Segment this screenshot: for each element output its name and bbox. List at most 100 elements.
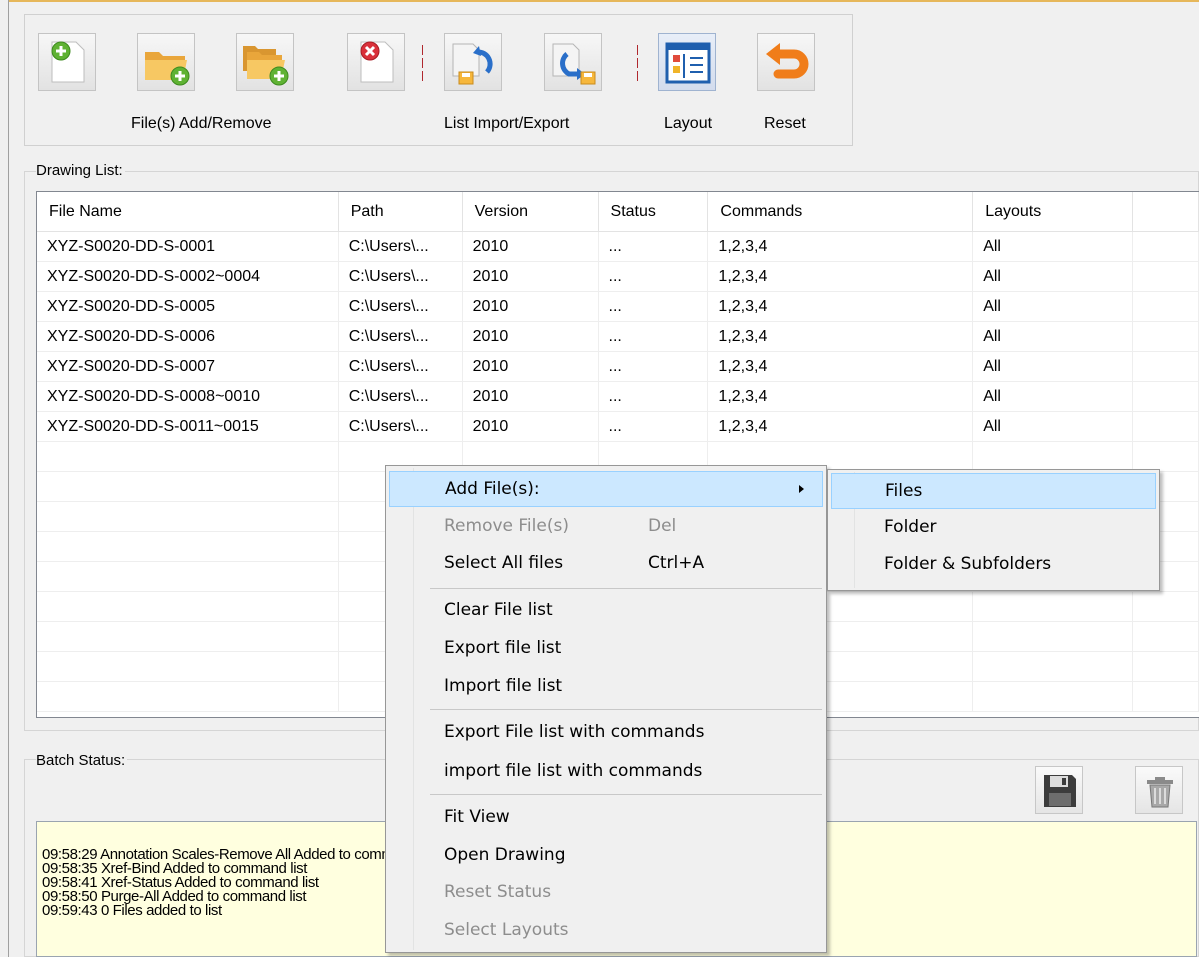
import-list-icon — [452, 43, 493, 85]
cell-empty — [1133, 592, 1199, 621]
menu-item-remove-files[interactable]: Remove File(s) Del — [389, 509, 823, 545]
cell-commands: 1,2,3,4 — [708, 382, 974, 411]
column-header-file-name[interactable]: File Name — [37, 192, 339, 231]
cell-status: ... — [599, 292, 709, 321]
cell-empty — [1133, 262, 1199, 291]
cell-empty — [37, 562, 339, 591]
submenu-item-label: Files — [885, 481, 923, 501]
cell-commands: 1,2,3,4 — [708, 412, 974, 441]
table-row[interactable]: XYZ-S0020-DD-S-0002~0004 C:\Users\... 2010… — [37, 262, 1199, 292]
cell-empty — [37, 652, 339, 681]
cell-layouts: All — [973, 322, 1134, 351]
cell-empty — [1133, 322, 1199, 351]
menu-item-open-drawing[interactable]: Open Drawing — [389, 838, 823, 874]
cell-commands: 1,2,3,4 — [708, 292, 974, 321]
table-row[interactable]: XYZ-S0020-DD-S-0011~0015 C:\Users\... 2010… — [37, 412, 1199, 442]
table-row[interactable]: XYZ-S0020-DD-S-0006 C:\Users\... 2010... 1,… — [37, 322, 1199, 352]
menu-item-reset-status[interactable]: Reset Status — [389, 875, 823, 911]
cell-file: XYZ-S0020-DD-S-0006 — [37, 322, 339, 351]
reset-button[interactable] — [757, 33, 815, 91]
table-row[interactable]: XYZ-S0020-DD-S-0007 C:\Users\... 2010... 1,… — [37, 352, 1199, 382]
cell-file: XYZ-S0020-DD-S-0008~0010 — [37, 382, 339, 411]
menu-item-select-layouts[interactable]: Select Layouts — [389, 913, 823, 949]
cell-layouts: All — [973, 382, 1134, 411]
cell-commands: 1,2,3,4 — [708, 322, 974, 351]
cell-file: XYZ-S0020-DD-S-0011~0015 — [37, 412, 339, 441]
menu-separator — [430, 588, 822, 589]
column-header-commands[interactable]: Commands — [708, 192, 974, 231]
cell-empty — [973, 622, 1134, 651]
layout-icon — [665, 42, 711, 84]
clear-log-button[interactable] — [1135, 766, 1183, 814]
cell-status: ... — [599, 352, 709, 381]
menu-item-select-all[interactable]: Select All files Ctrl+A — [389, 546, 823, 582]
cell-file: XYZ-S0020-DD-S-0007 — [37, 352, 339, 381]
column-header-version[interactable]: Version — [463, 192, 599, 231]
column-header-layouts[interactable]: Layouts — [973, 192, 1134, 231]
cell-status: ... — [599, 262, 709, 291]
cell-empty — [973, 652, 1134, 681]
add-files-submenu: Files Folder Folder & Subfolders — [827, 469, 1160, 591]
cell-empty — [1133, 442, 1199, 471]
table-row[interactable]: XYZ-S0020-DD-S-0008~0010 C:\Users\... 2010… — [37, 382, 1199, 412]
table-row[interactable]: XYZ-S0020-DD-S-0005 C:\Users\... 2010... 1,… — [37, 292, 1199, 322]
menu-item-fit-view[interactable]: Fit View — [389, 800, 823, 836]
cell-path: C:\Users\... — [339, 292, 463, 321]
menu-item-export-with-commands[interactable]: Export File list with commands — [389, 715, 823, 751]
cell-file: XYZ-S0020-DD-S-0005 — [37, 292, 339, 321]
menu-item-import-file-list[interactable]: Import file list — [389, 669, 823, 705]
remove-file-button[interactable] — [347, 33, 405, 91]
reset-icon — [766, 43, 809, 79]
context-menu: Add File(s): Remove File(s) Del Select A… — [385, 465, 827, 953]
cell-empty — [973, 442, 1134, 471]
add-folder-icon — [145, 52, 190, 86]
cell-empty — [37, 472, 339, 501]
menu-item-label: Select All files — [444, 553, 564, 573]
cell-layouts: All — [973, 232, 1134, 261]
toolbar: File(s) Add/Remove List Import/Export La… — [24, 14, 853, 146]
menu-item-label: Reset Status — [444, 882, 552, 902]
cell-commands: 1,2,3,4 — [708, 262, 974, 291]
add-file-icon — [51, 41, 85, 83]
reset-label: Reset — [764, 115, 806, 132]
menu-item-shortcut: Ctrl+A — [648, 553, 705, 573]
submenu-item-folder-subfolders[interactable]: Folder & Subfolders — [831, 547, 1156, 583]
menu-item-export-file-list[interactable]: Export file list — [389, 631, 823, 667]
menu-separator — [430, 709, 822, 710]
cell-empty — [1133, 652, 1199, 681]
submenu-item-label: Folder — [884, 517, 937, 537]
toolbar-separator — [637, 45, 639, 81]
export-list-button[interactable] — [544, 33, 602, 91]
window-left-border — [8, 0, 9, 957]
menu-item-add-files[interactable]: Add File(s): — [389, 471, 823, 507]
cell-empty — [1133, 352, 1199, 381]
table-row[interactable]: XYZ-S0020-DD-S-0001 C:\Users\... 2010... 1,… — [37, 232, 1199, 262]
cell-empty — [37, 502, 339, 531]
cell-status: ... — [599, 412, 709, 441]
menu-item-clear-file-list[interactable]: Clear File list — [389, 593, 823, 629]
submenu-item-folder[interactable]: Folder — [831, 510, 1156, 546]
import-list-button[interactable] — [444, 33, 502, 91]
cell-path: C:\Users\... — [339, 382, 463, 411]
save-log-button[interactable] — [1035, 766, 1083, 814]
column-header-path[interactable]: Path — [339, 192, 463, 231]
add-folders-subfolders-button[interactable] — [236, 33, 294, 91]
menu-item-import-with-commands[interactable]: import file list with commands — [389, 754, 823, 790]
window-top-border — [8, 0, 1199, 2]
add-folder-button[interactable] — [137, 33, 195, 91]
cell-status: ... — [599, 322, 709, 351]
cell-file: XYZ-S0020-DD-S-0001 — [37, 232, 339, 261]
add-file-button[interactable] — [38, 33, 96, 91]
layout-button[interactable] — [658, 33, 716, 91]
column-header-status[interactable]: Status — [599, 192, 709, 231]
submenu-item-files[interactable]: Files — [831, 473, 1156, 509]
remove-file-icon — [360, 41, 394, 83]
cell-version: 2010 — [463, 262, 599, 291]
cell-empty — [37, 682, 339, 711]
add-folders-subfolders-icon — [243, 46, 289, 86]
cell-empty — [37, 442, 339, 471]
cell-commands: 1,2,3,4 — [708, 232, 974, 261]
layout-label: Layout — [664, 115, 713, 132]
menu-item-label: Export File list with commands — [444, 722, 705, 742]
cell-version: 2010 — [463, 412, 599, 441]
